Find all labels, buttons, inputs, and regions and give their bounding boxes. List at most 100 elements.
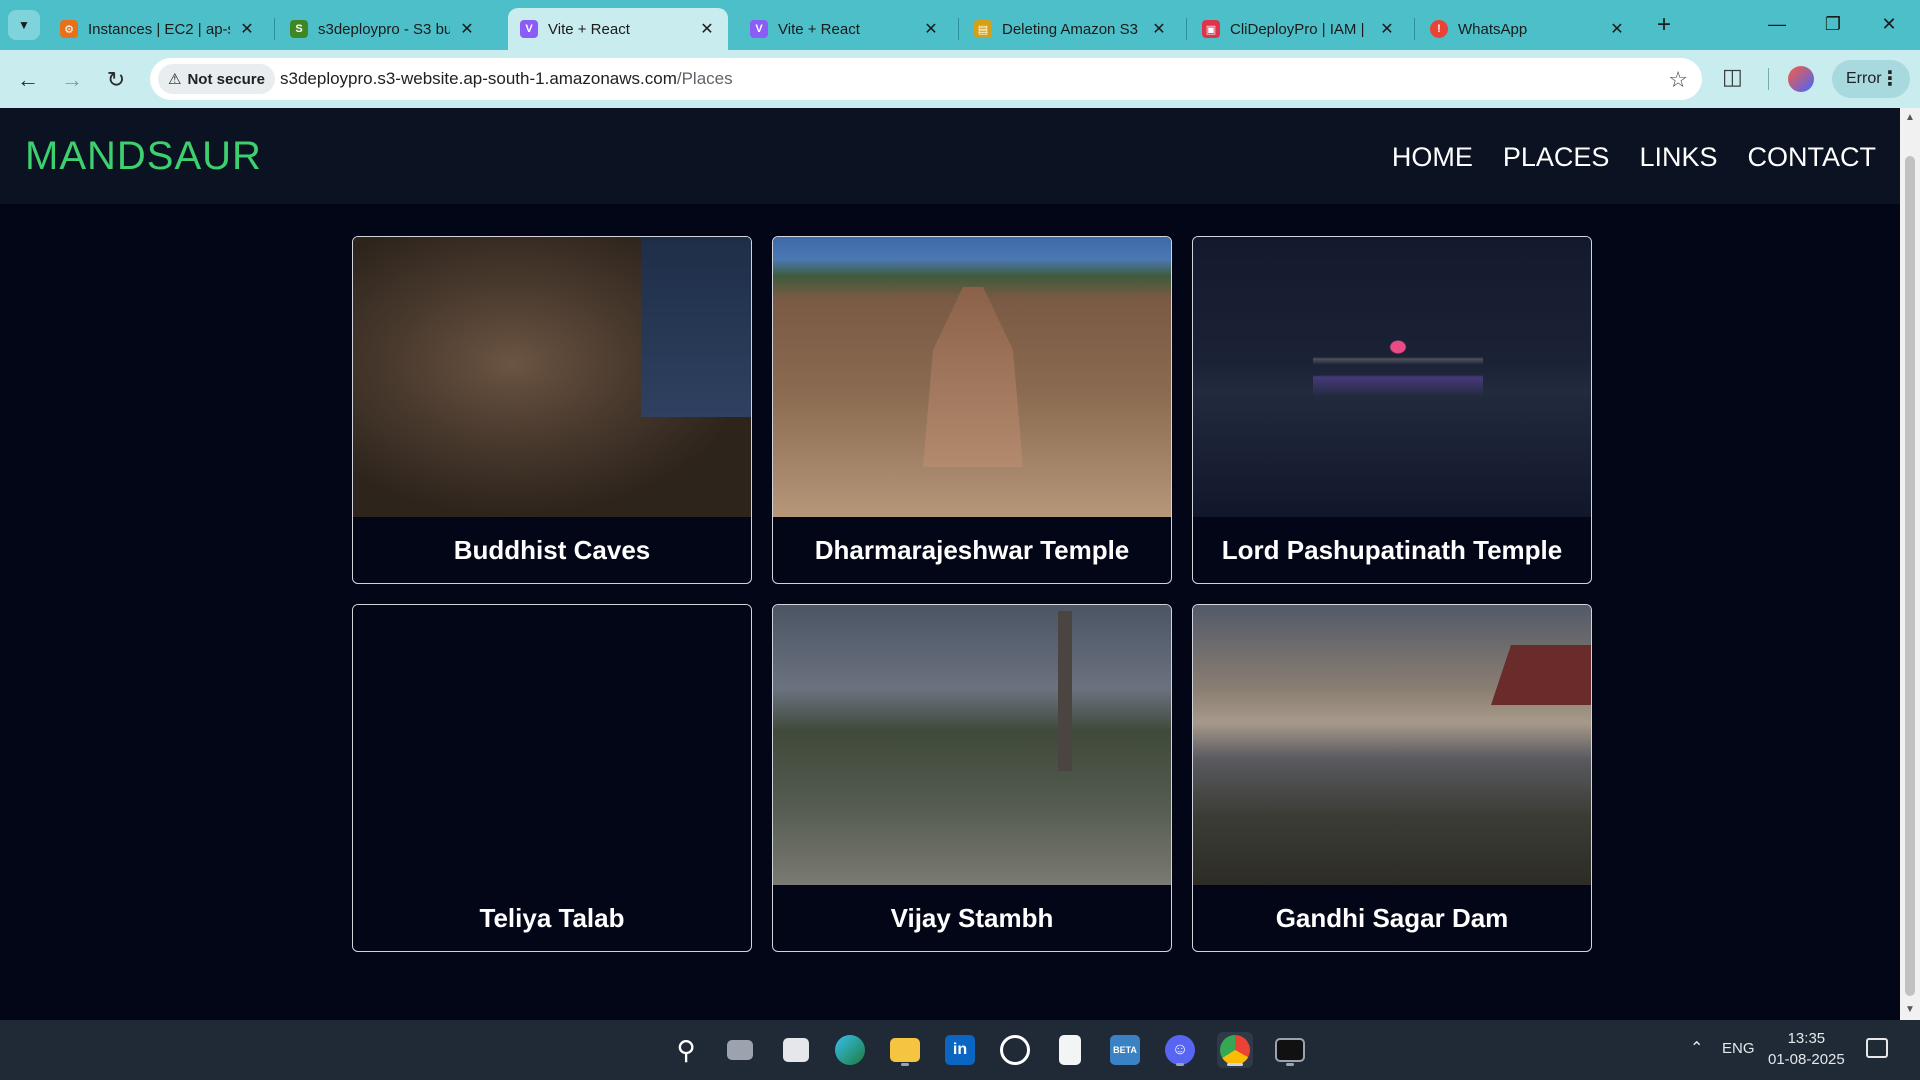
- extensions-puzzle-icon[interactable]: ◫: [1722, 64, 1743, 90]
- terminal-taskbar-button[interactable]: [1272, 1032, 1308, 1068]
- clock-date: 01-08-2025: [1768, 1051, 1845, 1068]
- minimize-button[interactable]: —: [1754, 8, 1800, 40]
- scroll-up-arrow-icon[interactable]: ▲: [1904, 112, 1916, 124]
- nav-links[interactable]: LINKS: [1639, 142, 1717, 173]
- place-name: Dharmarajeshwar Temple: [814, 535, 1130, 565]
- tab-vite-react-active[interactable]: V Vite + React ✕: [508, 8, 728, 50]
- tab-deleting-s3[interactable]: ▤ Deleting Amazon S3 ✕: [962, 8, 1180, 50]
- error-label: Error: [1846, 70, 1882, 87]
- restore-button[interactable]: ❐: [1810, 8, 1856, 40]
- warning-icon: ⚠: [168, 71, 182, 88]
- notepad-taskbar-button[interactable]: [1052, 1032, 1088, 1068]
- task-view-button[interactable]: [722, 1032, 758, 1068]
- tab-separator: [958, 18, 959, 40]
- place-card-teliya-talab[interactable]: Teliya Talab: [352, 604, 752, 952]
- address-bar[interactable]: ⚠ Not secure s3deploypro.s3-website.ap-s…: [150, 58, 1702, 100]
- beta-app-icon: BETA: [1110, 1035, 1140, 1065]
- place-card-buddhist-caves[interactable]: Buddhist Caves: [352, 236, 752, 584]
- github-icon: [1000, 1035, 1030, 1065]
- tab-title: Vite + React: [548, 20, 630, 38]
- tab-strip: ▼ ⚙ Instances | EC2 | ap-s ✕ S s3deployp…: [0, 0, 1920, 50]
- nav-contact[interactable]: CONTACT: [1748, 142, 1877, 173]
- linkedin-taskbar-button[interactable]: in: [942, 1032, 978, 1068]
- vite-icon: V: [750, 20, 768, 38]
- running-indicator: [901, 1063, 909, 1066]
- whatsapp-notification-icon: !: [1430, 20, 1448, 38]
- tab-iam[interactable]: ▣ CliDeployPro | IAM | ✕: [1190, 8, 1408, 50]
- nav-home[interactable]: HOME: [1392, 142, 1473, 173]
- profile-avatar[interactable]: [1788, 66, 1814, 92]
- close-icon[interactable]: ✕: [698, 19, 716, 39]
- scroll-down-arrow-icon[interactable]: ▼: [1904, 1004, 1916, 1016]
- place-name: Vijay Stambh: [890, 903, 1054, 933]
- url-path: /Places: [676, 69, 733, 88]
- bookmark-star-icon[interactable]: ☆: [1668, 67, 1688, 93]
- running-indicator: [1286, 1063, 1294, 1066]
- clock-time: 13:35: [1787, 1030, 1826, 1047]
- place-card-dharmarajeshwar-temple[interactable]: Dharmarajeshwar Temple: [772, 236, 1172, 584]
- tab-title: Instances | EC2 | ap-s: [88, 20, 230, 38]
- page-scrollbar[interactable]: ▲ ▼: [1900, 108, 1920, 1020]
- language-indicator[interactable]: ENG: [1722, 1040, 1755, 1057]
- temple-photo: [773, 237, 1171, 517]
- chrome-taskbar-button[interactable]: [1217, 1032, 1253, 1068]
- url-text[interactable]: s3deploypro.s3-website.ap-south-1.amazon…: [280, 69, 733, 89]
- place-card-gandhi-sagar-dam[interactable]: Gandhi Sagar Dam: [1192, 604, 1592, 952]
- close-icon[interactable]: ✕: [1150, 19, 1168, 39]
- tab-whatsapp[interactable]: ! WhatsApp ✕: [1418, 8, 1638, 50]
- profile-error-button[interactable]: Error ⋮: [1832, 60, 1910, 98]
- vite-icon: V: [520, 20, 538, 38]
- discord-taskbar-button[interactable]: ☺: [1162, 1032, 1198, 1068]
- notification-icon[interactable]: [1866, 1038, 1888, 1058]
- tab-vite-react[interactable]: V Vite + React ✕: [738, 8, 952, 50]
- taskbar-clock[interactable]: 13:35 01-08-2025: [1768, 1028, 1845, 1070]
- night-temple-photo: [1193, 237, 1591, 517]
- close-icon[interactable]: ✕: [922, 19, 940, 39]
- close-icon[interactable]: ✕: [1608, 19, 1626, 39]
- file-explorer-taskbar-button[interactable]: [887, 1032, 923, 1068]
- arrow-right-icon: →: [61, 67, 83, 92]
- security-label: Not secure: [187, 70, 265, 88]
- place-name: Buddhist Caves: [453, 535, 651, 565]
- tab-search-button[interactable]: ▼: [8, 10, 40, 40]
- site-header: MANDSAUR HOME PLACES LINKS CONTACT: [0, 108, 1900, 204]
- aws-s3-icon: S: [290, 20, 308, 38]
- site-brand[interactable]: MANDSAUR: [25, 134, 262, 179]
- chevron-up-icon[interactable]: ⌃: [1690, 1038, 1703, 1058]
- tab-title: CliDeployPro | IAM |: [1230, 20, 1365, 38]
- windows-taskbar: ⚲ in BETA ☺ ⌃ ENG 13:35 01-08-2025: [0, 1020, 1920, 1080]
- beta-app-taskbar-button[interactable]: BETA: [1107, 1032, 1143, 1068]
- place-name: Gandhi Sagar Dam: [1275, 903, 1509, 933]
- close-icon[interactable]: ✕: [458, 19, 476, 39]
- toolbar-divider: [1768, 68, 1769, 90]
- sunset-dam-photo: [1193, 605, 1591, 885]
- missing-photo: [353, 605, 751, 885]
- linkedin-icon: in: [945, 1035, 975, 1065]
- tab-s3-bucket[interactable]: S s3deploypro - S3 buc ✕: [278, 8, 488, 50]
- back-button[interactable]: ←: [12, 64, 44, 96]
- reload-button[interactable]: ↻: [100, 64, 132, 96]
- aws-ec2-icon: ⚙: [60, 20, 78, 38]
- site-info-button[interactable]: ⚠ Not secure: [158, 64, 275, 94]
- widgets-button[interactable]: [778, 1032, 814, 1068]
- taskbar-search-button[interactable]: ⚲: [668, 1032, 704, 1068]
- place-card-vijay-stambh[interactable]: Vijay Stambh: [772, 604, 1172, 952]
- place-card-pashupatinath-temple[interactable]: Lord Pashupatinath Temple: [1192, 236, 1592, 584]
- nav-places[interactable]: PLACES: [1503, 142, 1610, 173]
- notepad-icon: [1059, 1035, 1081, 1065]
- edge-taskbar-button[interactable]: [832, 1032, 868, 1068]
- start-button[interactable]: [614, 1032, 650, 1068]
- close-icon[interactable]: ✕: [1378, 19, 1396, 39]
- new-tab-button[interactable]: +: [1650, 12, 1678, 40]
- tab-ec2-instances[interactable]: ⚙ Instances | EC2 | ap-s ✕: [48, 8, 268, 50]
- browser-toolbar: ← → ↻ ⚠ Not secure s3deploypro.s3-websit…: [0, 50, 1920, 108]
- scroll-thumb[interactable]: [1905, 156, 1915, 996]
- more-menu-icon[interactable]: ⋮: [1880, 60, 1900, 98]
- close-icon[interactable]: ✕: [238, 19, 256, 39]
- window-close-button[interactable]: ✕: [1866, 8, 1912, 40]
- forward-button[interactable]: →: [56, 64, 88, 96]
- cave-photo: [353, 237, 751, 517]
- docs-icon: ▤: [974, 20, 992, 38]
- chrome-icon: [1220, 1035, 1250, 1065]
- github-taskbar-button[interactable]: [997, 1032, 1033, 1068]
